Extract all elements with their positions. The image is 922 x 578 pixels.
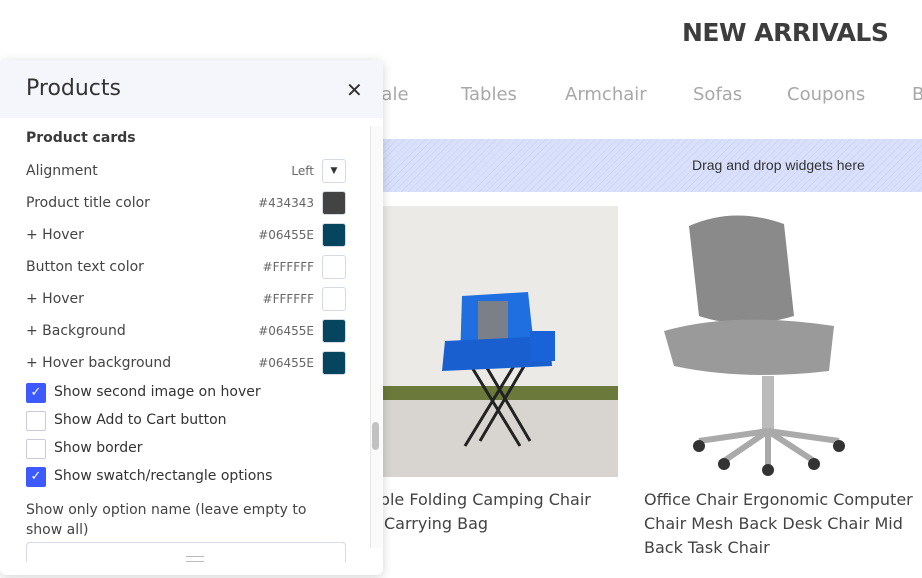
color-swatch[interactable]: [322, 255, 346, 279]
color-value[interactable]: #434343: [258, 196, 314, 210]
close-icon[interactable]: ✕: [346, 78, 363, 102]
panel-scrollbar[interactable]: [370, 126, 382, 548]
color-row: Button text color #FFFFFF: [26, 255, 346, 279]
panel-header: Products ✕: [0, 60, 383, 118]
products-settings-panel: Products ✕ Product cards Alignment Left …: [0, 60, 383, 575]
panel-title: Products: [26, 76, 121, 101]
tab-more[interactable]: B: [912, 84, 922, 105]
title-line: Chair Mesh Back Desk Chair Mid: [644, 514, 903, 533]
title-line: able Folding Camping Chair: [370, 490, 591, 509]
color-swatch[interactable]: [322, 287, 346, 311]
checkbox-box[interactable]: [26, 439, 46, 459]
alignment-value[interactable]: Left: [291, 164, 314, 178]
color-label: + Hover: [26, 227, 84, 243]
option-name-label: Show only option name (leave empty to sh…: [26, 502, 307, 538]
product-image-office-chair[interactable]: [644, 206, 922, 477]
color-value[interactable]: #06455E: [258, 228, 314, 242]
color-value[interactable]: #06455E: [258, 356, 314, 370]
dropzone-label: Drag and drop widgets here: [692, 157, 865, 173]
chevron-down-icon[interactable]: ▼: [322, 159, 346, 183]
checkbox-label: Show Add to Cart button: [54, 412, 227, 428]
color-label: Product title color: [26, 195, 150, 211]
product-title-office-chair[interactable]: Office Chair Ergonomic Computer Chair Mes…: [644, 488, 913, 560]
tab-sofas[interactable]: Sofas: [693, 84, 742, 105]
checkbox-label: Show swatch/rectangle options: [54, 468, 273, 484]
color-label: + Background: [26, 323, 126, 339]
tab-armchair[interactable]: Armchair: [565, 84, 647, 105]
color-label: + Hover background: [26, 355, 172, 371]
tab-coupons[interactable]: Coupons: [787, 84, 865, 105]
color-swatch[interactable]: [322, 191, 346, 215]
color-value[interactable]: #06455E: [258, 324, 314, 338]
panel-body: Product cards Alignment Left ▼ Product t…: [0, 118, 370, 562]
color-swatch[interactable]: [322, 223, 346, 247]
color-row: + Hover #06455E: [26, 223, 346, 247]
section-heading: Product cards: [26, 130, 136, 146]
alignment-row: Alignment Left ▼: [26, 159, 346, 183]
color-value[interactable]: #FFFFFF: [263, 260, 314, 274]
title-line: Back Task Chair: [644, 538, 770, 557]
page-title: NEW ARRIVALS: [682, 18, 889, 47]
color-row: + Hover background #06455E: [26, 351, 346, 375]
checkbox-label: Show second image on hover: [54, 384, 261, 400]
checkbox-label: Show border: [54, 440, 143, 456]
title-line: Carrying Bag: [384, 514, 489, 533]
check-icon[interactable]: ✓: [26, 383, 46, 403]
color-swatch[interactable]: [322, 319, 346, 343]
color-row: + Background #06455E: [26, 319, 346, 343]
color-swatch[interactable]: [322, 351, 346, 375]
alignment-label: Alignment: [26, 163, 98, 179]
resize-handle[interactable]: [186, 556, 204, 562]
color-value[interactable]: #FFFFFF: [263, 292, 314, 306]
widget-dropzone[interactable]: Drag and drop widgets here: [370, 139, 922, 192]
color-label: Button text color: [26, 259, 144, 275]
tab-tables[interactable]: Tables: [461, 84, 517, 105]
title-line: Office Chair Ergonomic Computer: [644, 490, 913, 509]
checkbox-box[interactable]: [26, 411, 46, 431]
color-label: + Hover: [26, 291, 84, 307]
check-icon[interactable]: ✓: [26, 467, 46, 487]
color-row: Product title color #434343: [26, 191, 346, 215]
color-row: + Hover #FFFFFF: [26, 287, 346, 311]
product-image-camping-chair[interactable]: [370, 206, 618, 477]
product-title-camping-chair[interactable]: able Folding Camping Chair Carrying Bag: [370, 488, 591, 536]
scrollbar-thumb[interactable]: [372, 422, 379, 450]
